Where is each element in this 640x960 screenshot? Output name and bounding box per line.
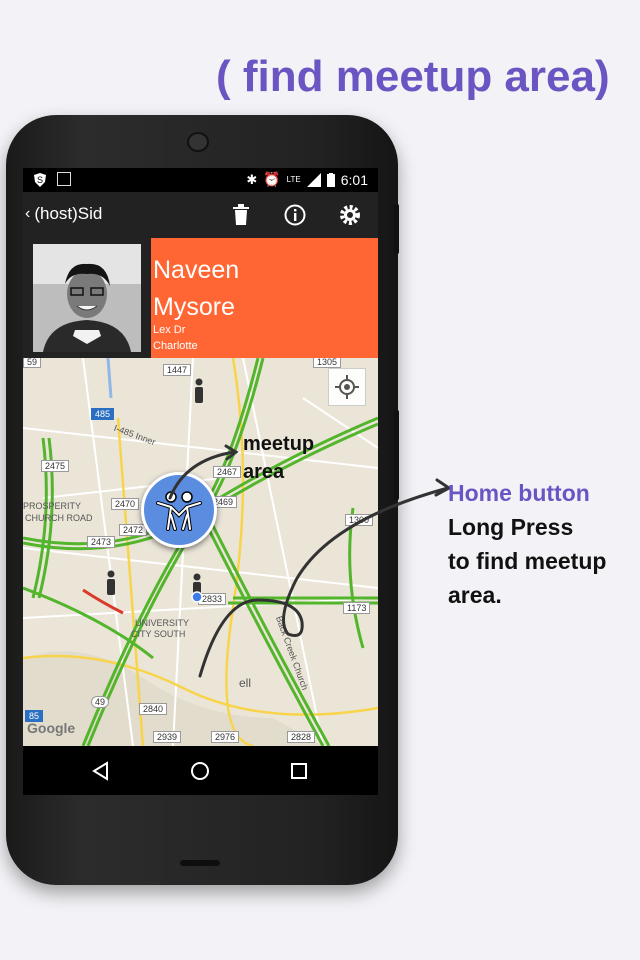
- image-notification-icon: [57, 172, 71, 186]
- meetup-people-icon: [156, 491, 202, 531]
- home-meetup-button[interactable]: [141, 472, 217, 548]
- road-label: 2472: [119, 524, 148, 536]
- action-bar-title: (host)Sid: [34, 204, 103, 223]
- meetup-line-2: area: [243, 461, 285, 483]
- power-key[interactable]: [394, 204, 399, 254]
- road-label: 2470: [111, 498, 140, 510]
- settings-icon[interactable]: [337, 202, 363, 228]
- back-nav-icon[interactable]: [90, 760, 112, 782]
- trash-icon[interactable]: [228, 202, 254, 228]
- home-annotation-line-3: area.: [448, 582, 502, 608]
- meetup-area-annotation: meetup area: [243, 430, 314, 486]
- system-nav-bar: [23, 746, 378, 795]
- recents-nav-icon[interactable]: [288, 760, 310, 782]
- alarm-icon: ⏰: [263, 171, 281, 187]
- network-type: LTE: [286, 175, 301, 184]
- bottom-speaker: [180, 860, 220, 866]
- address-city: Charlotte: [153, 340, 198, 352]
- signal-icon: [306, 172, 321, 187]
- profile-photo[interactable]: [33, 244, 141, 352]
- home-annotation-title: Home button: [448, 480, 590, 506]
- road-label: 2828: [287, 731, 316, 743]
- road-label: 2473: [87, 536, 116, 548]
- home-nav-icon[interactable]: [189, 760, 211, 782]
- action-bar: ‹ (host)Sid: [23, 192, 378, 238]
- headline: ( find meetup area): [216, 52, 610, 101]
- road-label: 59: [23, 358, 42, 368]
- road-label: 2840: [139, 703, 168, 715]
- place-label: CHURCH ROAD: [25, 513, 93, 523]
- profile-header: Naveen Mysore Lex Dr Charlotte: [23, 238, 378, 358]
- chevron-left-icon: ‹: [25, 205, 31, 222]
- road-label: 2976: [211, 731, 240, 743]
- status-bar: S ✱ ⏰ LTE 6:01: [23, 168, 378, 192]
- person-marker-icon[interactable]: [193, 378, 205, 404]
- road-label: 2475: [41, 460, 70, 472]
- road-label: 2939: [153, 731, 182, 743]
- current-location-dot-icon: [191, 591, 203, 603]
- meetup-line-1: meetup: [243, 433, 315, 455]
- clock: 6:01: [340, 171, 368, 188]
- home-annotation-line-1: Long Press: [448, 514, 574, 540]
- road-label: 485: [91, 408, 115, 420]
- map-roads: [23, 358, 378, 746]
- contact-address: Lex Dr Charlotte: [153, 322, 198, 354]
- google-attribution: Google: [27, 720, 76, 736]
- last-name: Mysore: [153, 293, 235, 321]
- home-button-annotation: Home button Long Press to find meetup ar…: [448, 476, 606, 612]
- shield-notification-icon: S: [34, 173, 46, 187]
- earpiece: [187, 132, 209, 152]
- road-label: 49: [91, 696, 110, 708]
- first-name: Naveen: [153, 256, 240, 284]
- my-location-icon: [335, 375, 359, 399]
- person-marker-icon[interactable]: [105, 570, 117, 596]
- back-button[interactable]: ‹ (host)Sid: [25, 204, 102, 224]
- volume-key[interactable]: [394, 410, 399, 500]
- bluetooth-icon: ✱: [246, 171, 258, 187]
- info-icon[interactable]: [282, 202, 308, 228]
- battery-icon: [326, 172, 335, 187]
- place-label: UNIVERSITY: [135, 618, 190, 628]
- contact-name: Naveen Mysore: [153, 252, 239, 326]
- road-label: 1305: [313, 358, 342, 368]
- my-location-button[interactable]: [328, 368, 366, 406]
- place-label: CITY SOUTH: [131, 629, 186, 639]
- svg-text:S: S: [37, 175, 43, 185]
- contact-card: Naveen Mysore Lex Dr Charlotte: [151, 238, 378, 358]
- place-label: ell: [239, 676, 252, 690]
- road-label: 1173: [343, 602, 371, 614]
- home-annotation-line-2: to find meetup: [448, 548, 607, 574]
- road-label: 1447: [163, 364, 192, 376]
- map-view[interactable]: 1447 1305 485 I-485 Inner 2475 2467 2470…: [23, 358, 378, 746]
- road-label: 2467: [213, 466, 242, 478]
- address-street: Lex Dr: [153, 324, 186, 336]
- place-label: PROSPERITY: [23, 501, 82, 511]
- road-label: 1300: [345, 514, 374, 526]
